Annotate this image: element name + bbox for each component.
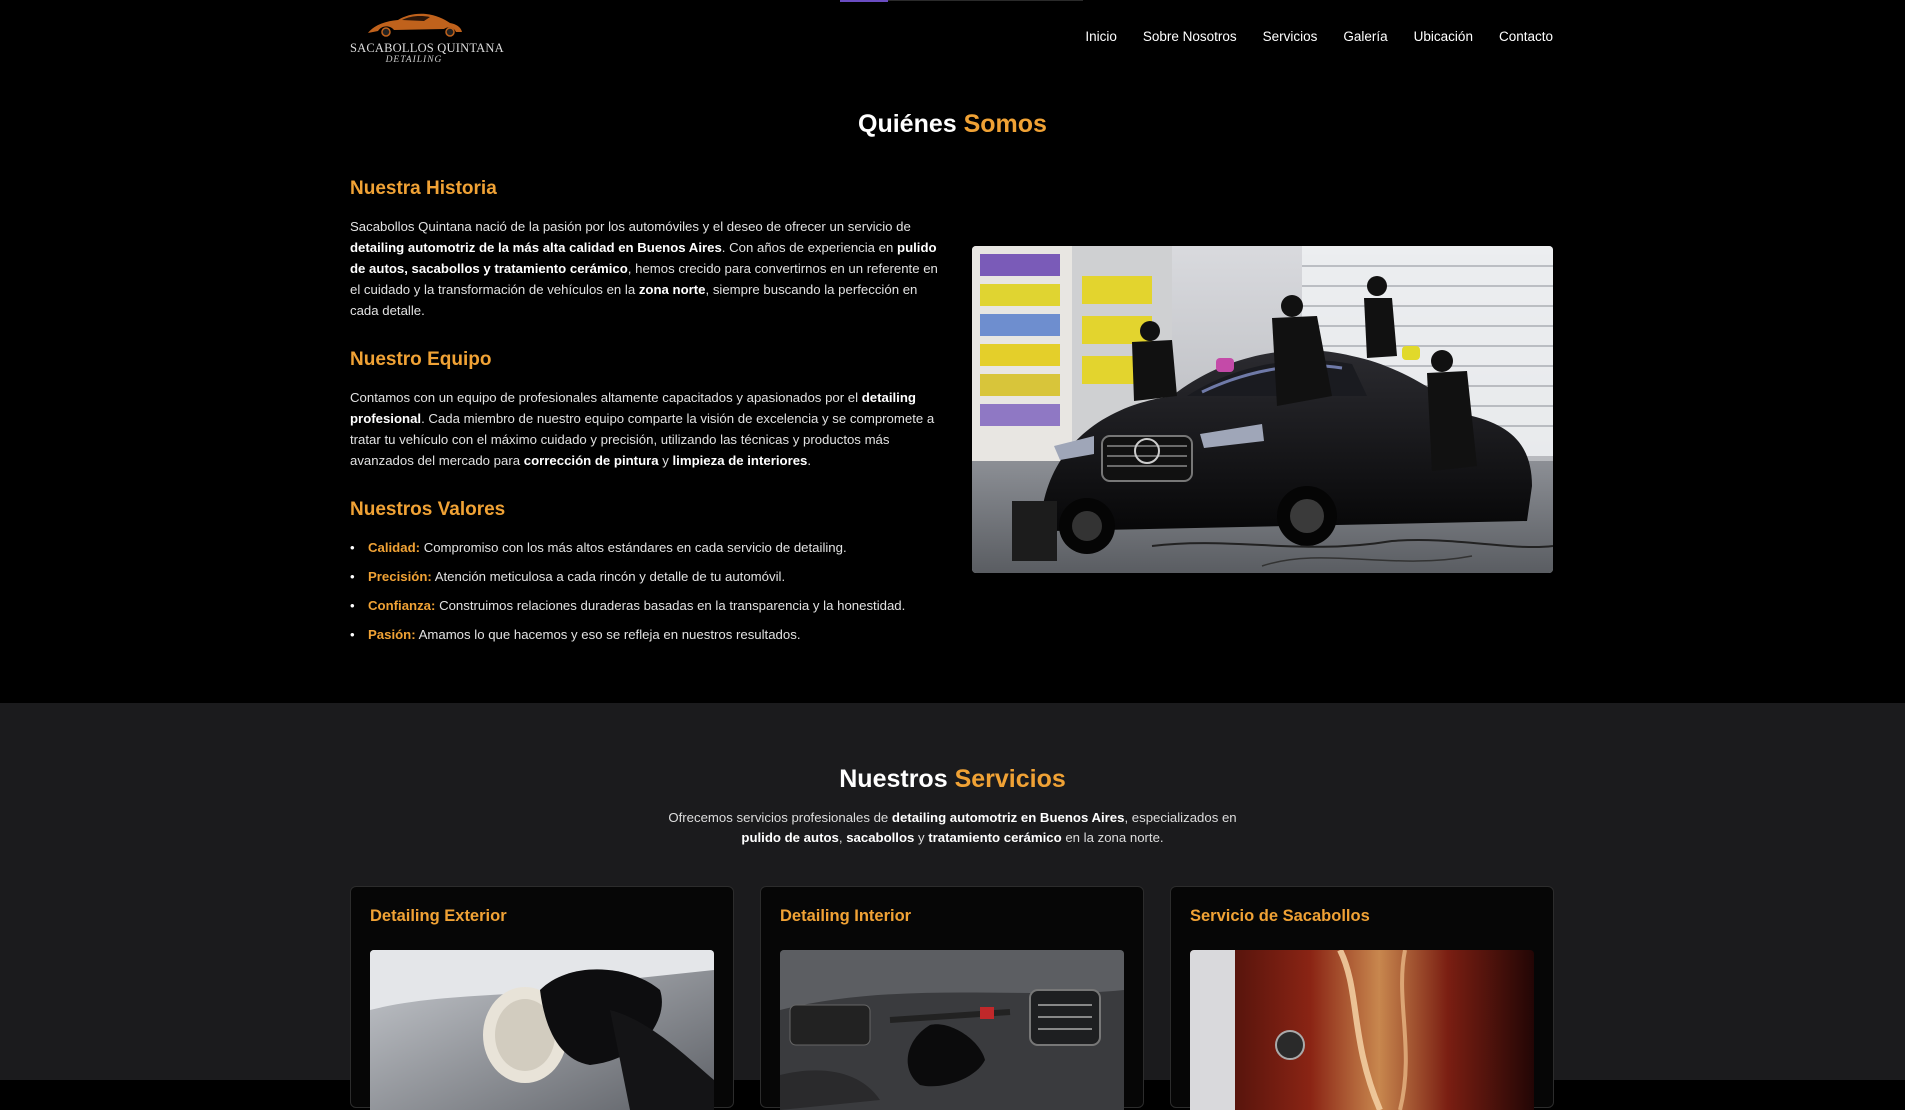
about-title: Quiénes Somos	[0, 110, 1905, 139]
value-key: Precisión:	[368, 569, 432, 584]
about-title-accent: Somos	[963, 110, 1047, 138]
services-desc-line1: Ofrecemos servicios profesionales de det…	[0, 808, 1905, 828]
services-section: Nuestros Servicios Ofrecemos servicios p…	[0, 703, 1905, 1110]
value-text: Amamos lo que hacemos y eso se refleja e…	[415, 627, 801, 642]
bold-text-run: tratamiento cerámico	[928, 830, 1062, 845]
services-desc-line2: pulido de autos, sacabollos y tratamient…	[0, 828, 1905, 848]
bold-text-run: corrección de pintura	[523, 453, 659, 468]
value-key: Confianza:	[368, 598, 436, 613]
main-nav: Inicio Sobre Nosotros Servicios Galería …	[1085, 29, 1553, 44]
services-title-white: Nuestros	[839, 765, 955, 793]
value-text: Construimos relaciones duraderas basadas…	[435, 598, 906, 613]
values-heading: Nuestros Valores	[350, 499, 506, 520]
nav-ubicacion[interactable]: Ubicación	[1414, 29, 1473, 44]
text-run: Contamos con un equipo de profesionales …	[350, 390, 862, 405]
list-item: Pasión: Amamos lo que hacemos y eso se r…	[350, 624, 940, 645]
text-run: , especializados en	[1124, 810, 1237, 825]
service-card-title: Detailing Interior	[780, 907, 912, 925]
value-key: Calidad:	[368, 540, 421, 555]
nav-galeria[interactable]: Galería	[1343, 29, 1387, 44]
text-run: .	[807, 453, 812, 468]
nav-sobre-nosotros[interactable]: Sobre Nosotros	[1143, 29, 1237, 44]
about-title-white: Quiénes	[858, 110, 964, 138]
bold-text-run: detailing automotriz de la más alta cali…	[350, 240, 722, 255]
bold-text-run: pulido de autos	[741, 830, 839, 845]
history-heading: Nuestra Historia	[350, 178, 497, 199]
exterior-detailing-photo	[370, 950, 714, 1110]
interior-detailing-photo	[780, 950, 1124, 1110]
nav-servicios[interactable]: Servicios	[1263, 29, 1318, 44]
value-text: Compromiso con los más altos estándares …	[420, 540, 847, 555]
bold-text-run: zona norte	[638, 282, 706, 297]
text-run: y	[658, 453, 673, 468]
dent-repair-photo	[1190, 950, 1534, 1110]
text-run: Ofrecemos servicios profesionales de	[668, 810, 892, 825]
logo-brand-text: SACABOLLOS QUINTANA	[350, 41, 504, 55]
service-card-exterior[interactable]: Detailing Exterior	[350, 886, 734, 1110]
nav-contacto[interactable]: Contacto	[1499, 29, 1553, 44]
bold-text-run: limpieza de interiores	[672, 453, 808, 468]
services-title-accent: Servicios	[954, 765, 1066, 793]
values-list: Calidad: Compromiso con los más altos es…	[350, 537, 940, 645]
about-text-column: Nuestra Historia Sacabollos Quintana nac…	[350, 178, 940, 653]
list-item: Confianza: Construimos relaciones durade…	[350, 595, 940, 616]
service-card-title: Detailing Exterior	[370, 907, 507, 925]
site-logo[interactable]: SACABOLLOS QUINTANA DETAILING	[350, 11, 504, 67]
value-key: Pasión:	[368, 627, 416, 642]
value-text: Atención meticulosa a cada rincón y deta…	[431, 569, 786, 584]
nav-inicio[interactable]: Inicio	[1085, 29, 1117, 44]
bold-text-run: detailing automotriz en Buenos Aires	[891, 810, 1125, 825]
service-card-title: Servicio de Sacabollos	[1190, 907, 1370, 925]
top-accent-line	[840, 0, 888, 2]
text-run: . Con años de experiencia en	[721, 240, 898, 255]
history-paragraph: Sacabollos Quintana nació de la pasión p…	[350, 216, 940, 321]
services-description: Ofrecemos servicios profesionales de det…	[0, 808, 1905, 848]
list-item: Calidad: Compromiso con los más altos es…	[350, 537, 940, 558]
logo-sub-text: DETAILING	[385, 55, 443, 65]
top-divider-line	[888, 0, 1083, 1]
service-card-sacabollos[interactable]: Servicio de Sacabollos	[1170, 886, 1554, 1110]
text-run: y	[914, 830, 929, 845]
team-heading: Nuestro Equipo	[350, 349, 492, 370]
services-title: Nuestros Servicios	[0, 765, 1905, 794]
service-card-interior[interactable]: Detailing Interior	[760, 886, 1144, 1110]
list-item: Precisión: Atención meticulosa a cada ri…	[350, 566, 940, 587]
text-run: Sacabollos Quintana nació de la pasión p…	[350, 219, 911, 234]
workshop-photo	[972, 246, 1553, 573]
team-paragraph: Contamos con un equipo de profesionales …	[350, 387, 940, 471]
bold-text-run: sacabollos	[846, 830, 915, 845]
car-logo-icon	[368, 13, 462, 37]
text-run: en la zona norte.	[1061, 830, 1164, 845]
